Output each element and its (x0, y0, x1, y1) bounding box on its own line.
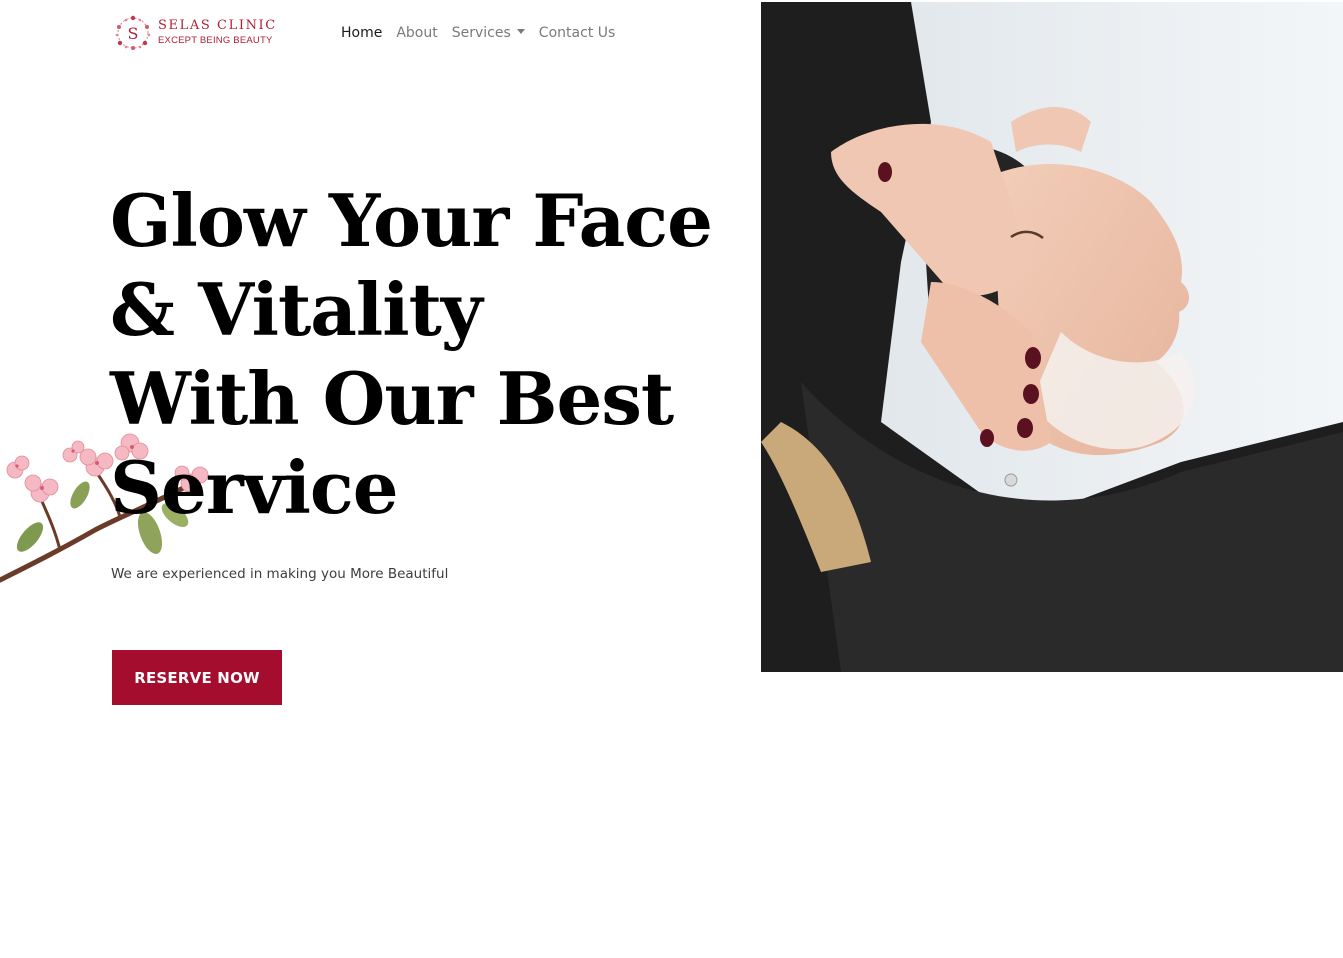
brand-name: SELAS CLINIC (158, 18, 277, 33)
reserve-now-button[interactable]: RESERVE NOW (112, 650, 282, 705)
brand-logo[interactable]: S SELAS CLINIC EXCEPT BEING BEAUTY (112, 12, 275, 56)
nav-home[interactable]: Home (334, 22, 389, 44)
logo-monogram: S (128, 24, 139, 43)
page: S SELAS CLINIC EXCEPT BEING BEAUTY Home … (0, 0, 1343, 958)
hero-title-line: Service (110, 445, 399, 530)
facial-treatment-photo (761, 2, 1343, 672)
nav-services-dropdown[interactable]: Services (445, 22, 532, 44)
nav-contact[interactable]: Contact Us (532, 22, 622, 44)
nav-services-label: Services (451, 25, 511, 41)
hero-title-line: With Our Best (110, 356, 674, 441)
wreath-monogram-icon: S (115, 15, 151, 50)
nav-about[interactable]: About (389, 22, 444, 44)
brand-tagline: EXCEPT BEING BEAUTY (158, 35, 273, 46)
main-nav: Home About Services Contact Us (334, 22, 622, 44)
caret-down-icon (516, 29, 525, 34)
hero-title: Glow Your Face & Vitality With Our Best … (110, 176, 730, 532)
hero-subtitle: We are experienced in making you More Be… (111, 566, 449, 582)
hero-title-line: Glow Your Face (110, 178, 713, 263)
hero-title-line: & Vitality (110, 267, 483, 352)
